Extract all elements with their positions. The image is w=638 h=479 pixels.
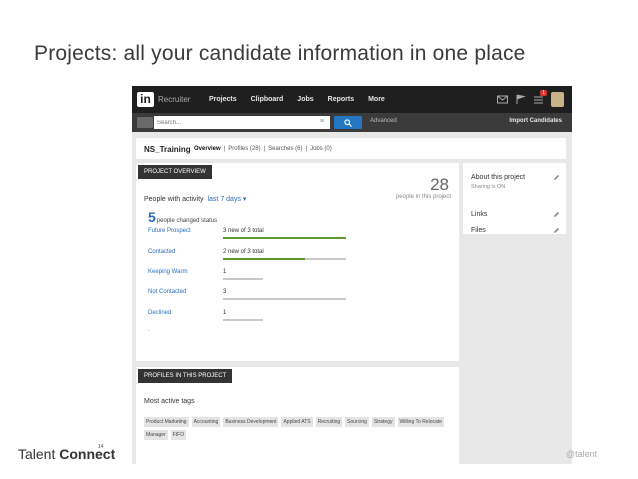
status-name-link[interactable]: Contacted xyxy=(148,249,175,255)
slide-title: Projects: all your candidate information… xyxy=(34,42,526,65)
list-icon[interactable]: ≡ xyxy=(320,118,324,125)
nav-jobs[interactable]: Jobs xyxy=(297,96,313,103)
status-progress-track xyxy=(223,258,346,260)
status-row: Declined 1 xyxy=(148,310,448,324)
tab-jobs[interactable]: Jobs (0) xyxy=(310,146,332,152)
status-count: 3 xyxy=(223,289,227,295)
project-tabs-card: NS_Training Overview | Profiles (28) | S… xyxy=(136,138,566,159)
tag-chip[interactable]: Accounting xyxy=(191,417,221,427)
trailing-dot: . xyxy=(148,327,150,333)
status-name-link[interactable]: Future Prospect xyxy=(148,228,191,234)
flag-icon[interactable] xyxy=(515,94,526,105)
pencil-icon[interactable] xyxy=(553,227,560,234)
files-link[interactable]: Files xyxy=(471,227,486,234)
status-name-link[interactable]: Not Contacted xyxy=(148,289,186,295)
tab-separator: | xyxy=(263,146,266,152)
notification-badge: 1 xyxy=(540,90,547,96)
top-nav-bar: in Recruiter Projects Clipboard Jobs Rep… xyxy=(132,86,572,113)
tab-separator: | xyxy=(223,146,226,152)
about-project-link[interactable]: About this project xyxy=(471,174,525,181)
status-row: Contacted 2 new of 3 total xyxy=(148,249,448,263)
mail-icon[interactable] xyxy=(497,94,508,105)
status-count: 1 xyxy=(223,269,227,275)
pencil-icon[interactable] xyxy=(553,174,560,181)
main-nav: Projects Clipboard Jobs Reports More xyxy=(209,86,399,113)
most-active-tags-label: Most active tags xyxy=(144,398,195,405)
tag-chip[interactable]: Sourcing xyxy=(345,417,369,427)
changed-label: people changed status xyxy=(156,218,218,224)
people-count-label: people in this project xyxy=(395,194,451,200)
avatar[interactable] xyxy=(551,92,564,107)
tag-chip[interactable]: FIFO xyxy=(170,430,187,440)
status-progress-track xyxy=(223,237,346,239)
brand-light: Talent xyxy=(18,446,60,462)
tab-overview[interactable]: Overview xyxy=(194,146,221,152)
project-name: NS_Training xyxy=(144,145,191,154)
tag-chip[interactable]: Applied ATS xyxy=(281,417,313,427)
status-count: 3 new of 3 total xyxy=(223,228,264,234)
status-progress-fill xyxy=(223,237,346,239)
status-row: Future Prospect 3 new of 3 total xyxy=(148,228,448,242)
tab-profiles[interactable]: Profiles (28) xyxy=(228,146,260,152)
status-count: 2 new of 3 total xyxy=(223,249,264,255)
tag-chip[interactable]: Product Marketing xyxy=(144,417,189,427)
tag-chip[interactable]: Willing To Relocate xyxy=(397,417,444,427)
project-overview-header: PROJECT OVERVIEW xyxy=(138,165,212,179)
status-progress-track xyxy=(223,278,263,280)
links-link[interactable]: Links xyxy=(471,211,487,218)
product-name: Recruiter xyxy=(158,95,191,104)
status-count: 1 xyxy=(223,310,227,316)
tab-separator: | xyxy=(305,146,308,152)
changed-count: 5 xyxy=(148,209,156,225)
nav-reports[interactable]: Reports xyxy=(328,96,354,103)
activity-label: People with activity last 7 days ▾ xyxy=(144,195,246,203)
status-row: Keeping Warm 1 xyxy=(148,269,448,283)
status-name-link[interactable]: Declined xyxy=(148,310,171,316)
tag-chip[interactable]: Recruiting xyxy=(315,417,343,427)
status-progress-track xyxy=(223,319,263,321)
changed-status-summary: 5people changed status xyxy=(148,209,217,225)
search-input[interactable] xyxy=(154,116,330,129)
project-info-card: About this project Sharing is ON Links F… xyxy=(463,163,566,234)
import-candidates-link[interactable]: Import Candidates xyxy=(509,118,562,124)
linkedin-logo[interactable]: in Recruiter xyxy=(137,91,190,108)
sharing-status: Sharing is ON xyxy=(471,184,506,190)
status-progress-track xyxy=(223,298,346,300)
activity-range-dropdown[interactable]: last 7 days ▾ xyxy=(207,196,246,203)
search-button[interactable] xyxy=(334,116,362,129)
top-icons: 1 xyxy=(497,90,564,107)
tab-searches[interactable]: Searches (6) xyxy=(268,146,302,152)
people-count: 28 xyxy=(430,175,449,194)
brand-bold: Connect xyxy=(59,446,116,462)
nav-more[interactable]: More xyxy=(368,96,385,103)
status-progress-fill xyxy=(223,258,306,260)
brand-year: 14 xyxy=(98,444,104,450)
search-type-dropdown[interactable] xyxy=(137,117,153,128)
advanced-search-link[interactable]: Advanced xyxy=(370,118,397,124)
status-name-link[interactable]: Keeping Warm xyxy=(148,269,187,275)
notifications-icon[interactable]: 1 xyxy=(533,90,547,105)
profiles-header: PROFILES IN THIS PROJECT xyxy=(138,369,233,383)
tag-chip[interactable]: Business Development xyxy=(223,417,279,427)
status-row: Not Contacted 3 xyxy=(148,289,448,303)
activity-text: People with activity xyxy=(144,196,204,203)
search-icon xyxy=(344,119,352,127)
project-tabs: Overview | Profiles (28) | Searches (6) … xyxy=(194,146,335,152)
twitter-handle: @talent xyxy=(566,449,598,459)
tag-chip[interactable]: Strategy xyxy=(371,417,395,427)
tag-list: Product Marketing Accounting Business De… xyxy=(144,417,444,440)
recruiter-screenshot: in Recruiter Projects Clipboard Jobs Rep… xyxy=(132,86,572,464)
project-overview-card: PROJECT OVERVIEW People with activity la… xyxy=(136,163,459,361)
nav-clipboard[interactable]: Clipboard xyxy=(251,96,284,103)
tag-chip[interactable]: Manager xyxy=(144,430,168,440)
search-bar: ≡ Advanced Import Candidates xyxy=(132,113,572,132)
nav-projects[interactable]: Projects xyxy=(209,96,237,103)
linkedin-in-icon: in xyxy=(137,92,154,107)
pencil-icon[interactable] xyxy=(553,211,560,218)
profiles-card: PROFILES IN THIS PROJECT Most active tag… xyxy=(136,367,459,464)
